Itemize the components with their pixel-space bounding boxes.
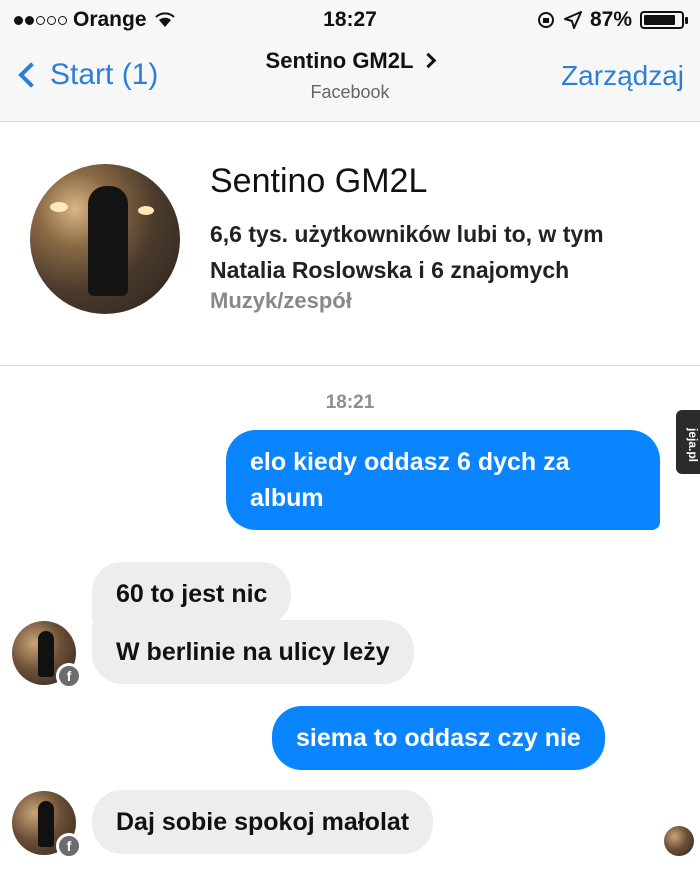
page-info-card: Sentino GM2L 6,6 tys. użytkowników lubi … <box>0 122 700 366</box>
conversation-title-text: Sentino GM2L <box>265 48 414 73</box>
battery-icon <box>640 11 688 29</box>
sender-avatar[interactable]: f <box>12 621 82 689</box>
battery-percent: 87% <box>589 8 632 31</box>
outgoing-message[interactable]: elo kiedy oddasz 6 dych za album <box>226 430 660 530</box>
page-category: Muzyk/zespół <box>210 288 352 313</box>
incoming-message[interactable]: 60 to jest nic <box>92 562 292 626</box>
status-bar: Orange 18:27 87% <box>0 0 700 40</box>
facebook-icon: f <box>56 663 82 689</box>
manage-button[interactable]: Zarządzaj <box>561 60 684 92</box>
page-name[interactable]: Sentino GM2L <box>210 162 427 201</box>
navigation-bar: Start (1) Sentino GM2L Facebook Zarządza… <box>0 40 700 122</box>
incoming-message[interactable]: Daj sobie spokoj małolat <box>92 790 434 854</box>
watermark-logo: jeja.pl <box>676 410 700 474</box>
page-likes: 6,6 tys. użytkowników lubi to, w tym Nat… <box>210 221 604 283</box>
facebook-icon: f <box>56 833 82 859</box>
sender-avatar[interactable]: f <box>12 791 82 859</box>
outgoing-message[interactable]: siema to oddasz czy nie <box>272 706 605 770</box>
page-avatar[interactable] <box>30 164 180 314</box>
location-arrow-icon <box>563 11 582 29</box>
orientation-lock-icon <box>537 12 554 28</box>
incoming-message[interactable]: W berlinie na ulicy leży <box>92 620 414 684</box>
read-receipt-avatar <box>664 826 694 856</box>
status-right: 87% <box>536 8 688 32</box>
message-thread[interactable]: 18:21 elo kiedy oddasz 6 dych za album 6… <box>0 366 700 885</box>
message-timestamp: 18:21 <box>325 392 375 413</box>
chevron-right-icon <box>421 52 437 69</box>
